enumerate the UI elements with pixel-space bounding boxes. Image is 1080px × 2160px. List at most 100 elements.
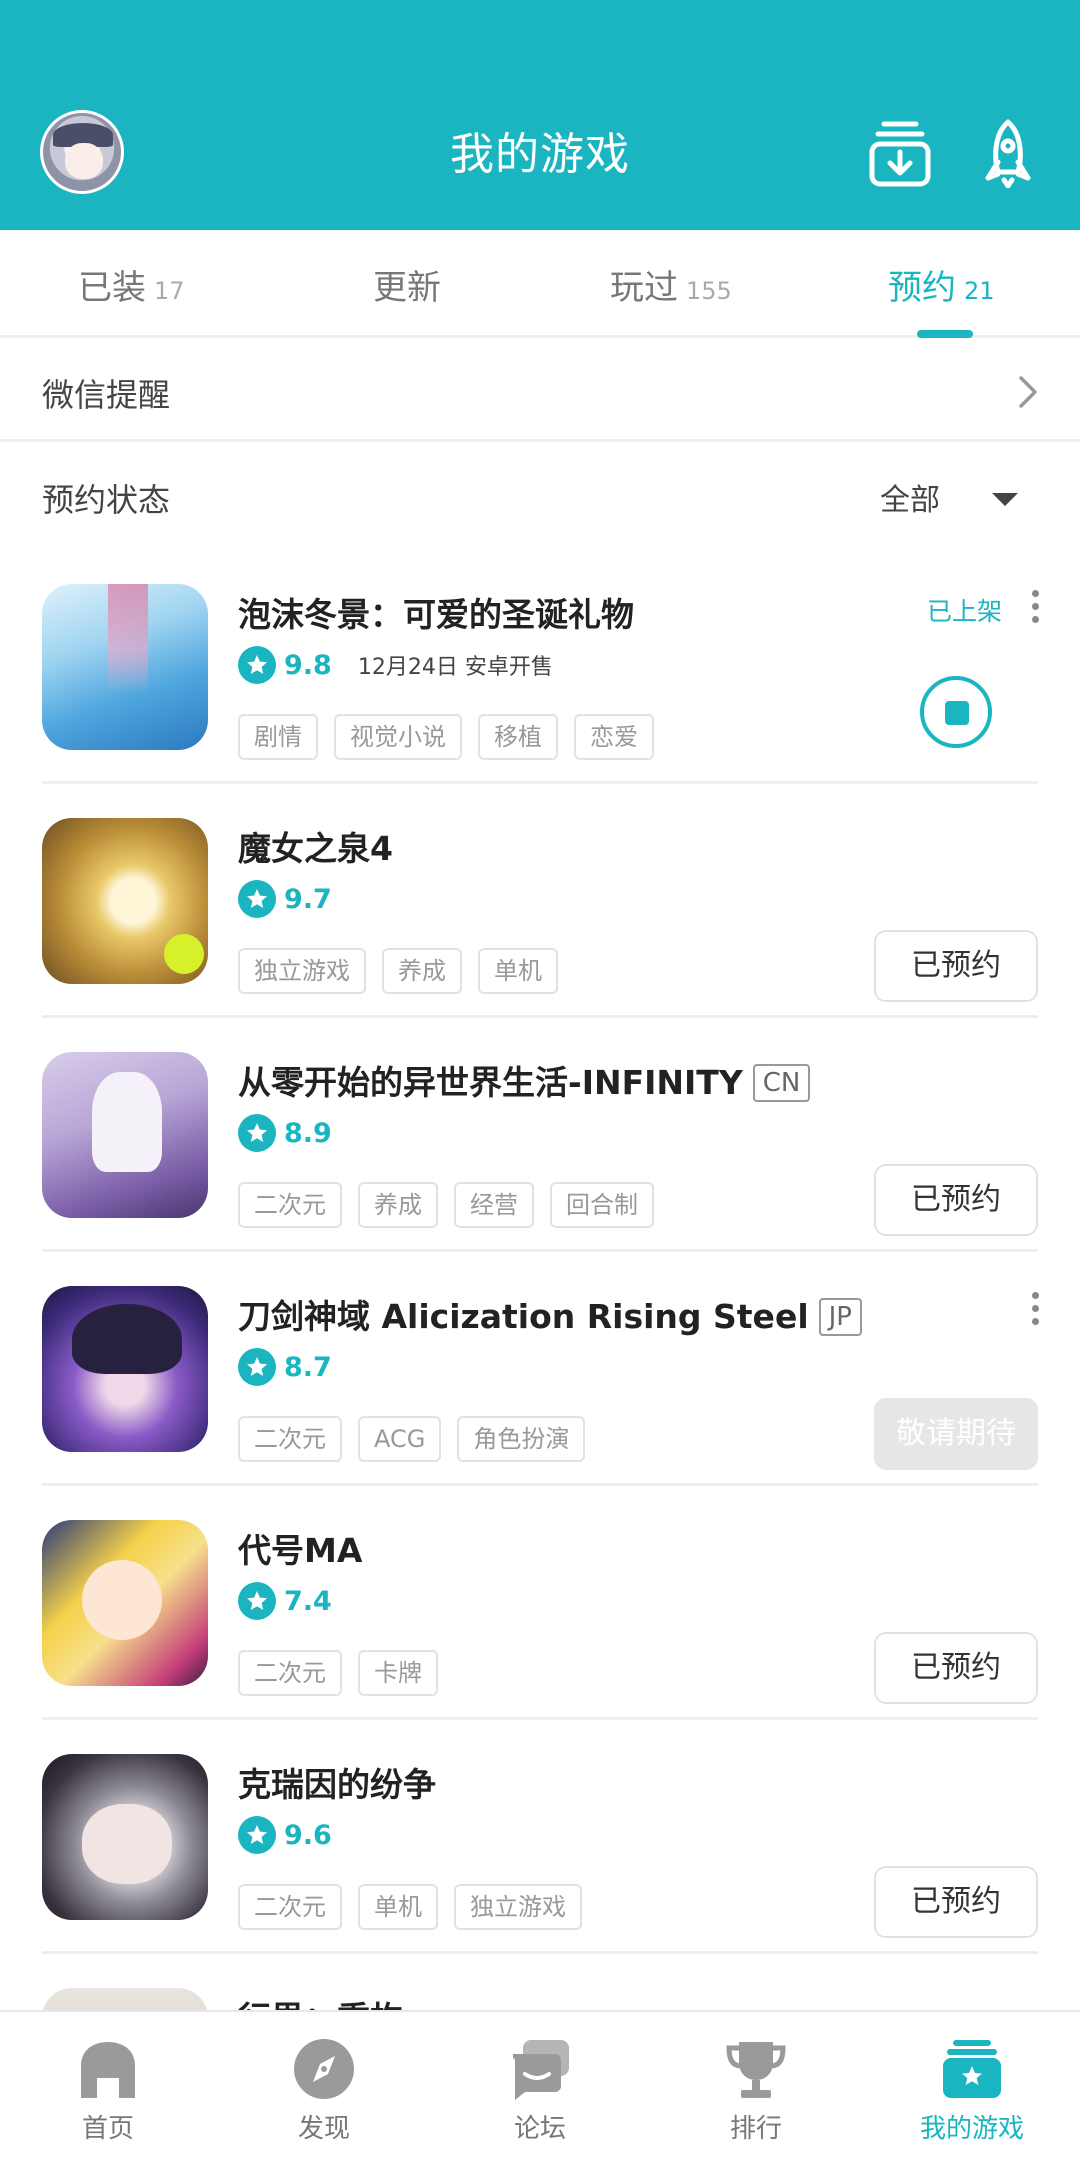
more-options-icon[interactable] <box>1030 590 1040 630</box>
tab-active-indicator <box>917 330 973 338</box>
reserved-button[interactable]: 已预约 <box>874 1632 1038 1704</box>
game-tag[interactable]: 二次元 <box>238 1884 342 1930</box>
game-rating: 8.9 <box>238 1114 332 1154</box>
nav-discover-label: 发现 <box>297 2114 350 2144</box>
game-rating: 9.8 12月24日 安卓开售 <box>238 646 553 686</box>
game-rating: 7.4 <box>238 1582 332 1622</box>
reserved-button[interactable]: 已预约 <box>874 1866 1038 1938</box>
region-badge: JP <box>818 1298 862 1336</box>
game-rating: 9.7 <box>238 880 332 920</box>
game-title: 泡沫冬景：可爱的圣诞礼物 <box>238 595 634 634</box>
trophy-icon <box>723 2036 789 2102</box>
chevron-right-icon <box>1019 376 1037 408</box>
game-name: 代号MA <box>238 1524 362 1572</box>
status-filter-dropdown[interactable]: 全部 <box>880 475 940 519</box>
game-tag[interactable]: 二次元 <box>238 1182 342 1228</box>
star-icon <box>238 1114 276 1152</box>
game-rating: 9.6 <box>238 1816 332 1856</box>
nav-my-games[interactable]: 我的游戏 <box>907 2036 1037 2145</box>
coming-soon-button[interactable]: 敬请期待 <box>874 1398 1038 1470</box>
game-icon-3[interactable] <box>42 1286 208 1452</box>
game-item[interactable]: 魔女之泉4 9.7 独立游戏 养成 单机 已预约 <box>0 784 1080 1018</box>
tab-reserved[interactable]: 预约 21 <box>888 260 995 309</box>
nav-ranking[interactable]: 排行 <box>691 2036 821 2145</box>
caret-down-icon[interactable] <box>992 493 1018 506</box>
game-icon-3-art <box>72 1304 182 1374</box>
nav-home[interactable]: 首页 <box>43 2036 173 2145</box>
reserved-button[interactable]: 已预约 <box>874 930 1038 1002</box>
nav-home-label: 首页 <box>81 2114 134 2144</box>
game-tag[interactable]: 回合制 <box>550 1182 654 1228</box>
tab-bar: 已装 17 更新 玩过 155 预约 21 <box>0 230 1080 338</box>
game-icon-0[interactable] <box>42 584 208 750</box>
game-tag[interactable]: 独立游戏 <box>454 1884 582 1930</box>
game-name: 克瑞因的纷争 <box>238 1758 436 1806</box>
game-icon-4[interactable] <box>42 1520 208 1686</box>
reservation-status-row: 预约状态 全部 <box>0 445 1080 545</box>
tab-update[interactable]: 更新 <box>373 260 441 309</box>
game-tag[interactable]: 剧情 <box>238 714 318 760</box>
game-item[interactable]: 从零开始的异世界生活-INFINITY CN 8.9 二次元 养成 经营 回合制 已预约 <box>0 1018 1080 1252</box>
download-box-icon[interactable] <box>868 118 932 188</box>
nav-forum[interactable]: 论坛 <box>475 2036 605 2145</box>
download-progress-button[interactable] <box>920 676 992 748</box>
game-tag[interactable]: 经营 <box>454 1182 534 1228</box>
home-icon <box>75 2036 141 2102</box>
nav-discover[interactable]: 发现 <box>259 2036 389 2145</box>
more-options-icon[interactable] <box>1030 1292 1040 1332</box>
reservation-status-label: 预约状态 <box>42 481 171 519</box>
region-badge: CN <box>752 1064 811 1102</box>
game-title: 克瑞因的纷争 <box>238 1765 436 1804</box>
game-tag[interactable]: 单机 <box>358 1884 438 1930</box>
game-title: 代号MA <box>238 1531 363 1570</box>
tab-played-label: 玩过 <box>610 268 678 308</box>
tab-played[interactable]: 玩过 155 <box>610 260 732 309</box>
tab-reserved-count: 21 <box>964 277 995 305</box>
tab-installed[interactable]: 已装 17 <box>78 260 185 309</box>
game-tag[interactable]: 卡牌 <box>358 1650 438 1696</box>
game-tag[interactable]: 移植 <box>478 714 558 760</box>
game-item[interactable]: 代号MA 7.4 二次元 卡牌 已预约 <box>0 1486 1080 1720</box>
game-icon-2-art <box>92 1072 162 1172</box>
game-icon-1-art <box>164 934 204 974</box>
game-item[interactable]: 克瑞因的纷争 9.6 二次元 单机 独立游戏 已预约 <box>0 1720 1080 1954</box>
game-name: 泡沫冬景：可爱的圣诞礼物 <box>238 588 634 636</box>
game-icon-1[interactable] <box>42 818 208 984</box>
game-tag[interactable]: 二次元 <box>238 1650 342 1696</box>
game-tag[interactable]: ACG <box>358 1416 442 1462</box>
game-name: 从零开始的异世界生活-INFINITY CN <box>238 1056 811 1104</box>
game-tag[interactable]: 独立游戏 <box>238 948 366 994</box>
game-item[interactable]: 泡沫冬景：可爱的圣诞礼物 9.8 12月24日 安卓开售 剧情 视觉小说 移植 恋爱 已… <box>0 550 1080 784</box>
game-tag[interactable]: 角色扮演 <box>457 1416 586 1462</box>
game-item[interactable]: 刀剑神域 Alicization Rising Steel JP 8.7 二次元 A… <box>0 1252 1080 1486</box>
game-score: 9.6 <box>284 1819 332 1851</box>
game-tag[interactable]: 单机 <box>478 948 558 994</box>
release-status: 已上架 <box>926 597 1002 626</box>
game-tags: 二次元 单机 独立游戏 <box>238 1884 598 1930</box>
game-tag[interactable]: 二次元 <box>238 1416 342 1462</box>
star-icon <box>238 1816 276 1854</box>
reserved-button[interactable]: 已预约 <box>874 1164 1038 1236</box>
game-tag[interactable]: 养成 <box>382 948 462 994</box>
game-icon-4-art <box>82 1560 162 1640</box>
nav-forum-label: 论坛 <box>513 2114 566 2144</box>
star-icon <box>238 880 276 918</box>
game-tag[interactable]: 养成 <box>358 1182 438 1228</box>
tab-installed-count: 17 <box>154 277 185 305</box>
game-tag[interactable]: 恋爱 <box>574 714 654 760</box>
game-icon-2[interactable] <box>42 1052 208 1218</box>
release-date: 12月24日 安卓开售 <box>357 655 553 680</box>
star-icon <box>238 1348 276 1386</box>
tab-played-count: 155 <box>686 277 732 305</box>
wechat-reminder-row[interactable]: 微信提醒 <box>0 340 1080 442</box>
game-icon-5[interactable] <box>42 1754 208 1920</box>
game-tag[interactable]: 视觉小说 <box>334 714 462 760</box>
game-title: 从零开始的异世界生活-INFINITY <box>238 1063 743 1102</box>
game-tags: 二次元 养成 经营 回合制 <box>238 1182 670 1228</box>
game-tags: 二次元 ACG 角色扮演 <box>238 1416 601 1462</box>
rocket-icon[interactable] <box>976 118 1040 189</box>
game-score: 9.8 <box>284 649 332 681</box>
game-title: 魔女之泉4 <box>238 829 393 868</box>
nav-my-games-label: 我的游戏 <box>919 2114 1024 2144</box>
game-tags: 二次元 卡牌 <box>238 1650 454 1696</box>
